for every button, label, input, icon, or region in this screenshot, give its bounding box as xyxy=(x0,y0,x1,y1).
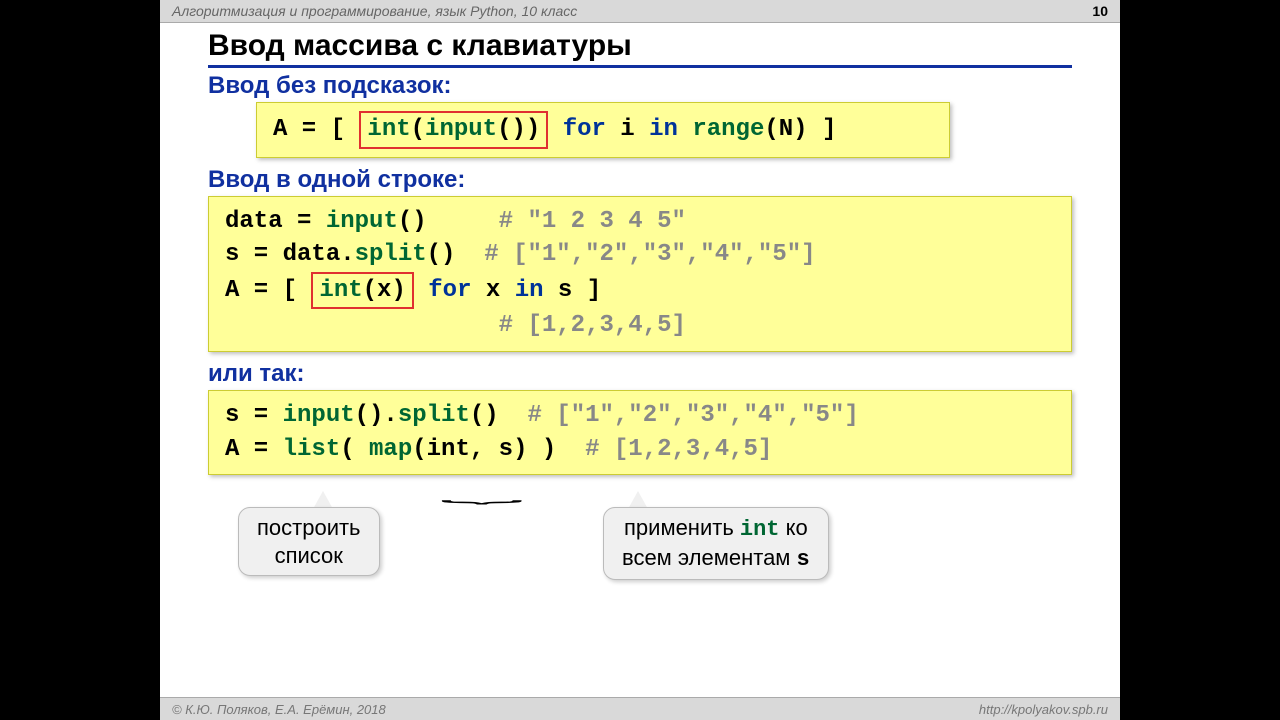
code-text: data = xyxy=(225,208,326,235)
code-text: s ] xyxy=(544,277,602,304)
code-line: s = data.split() # ["1","2","3","4","5"] xyxy=(225,238,1055,272)
code-comment: # ["1","2","3","4","5"] xyxy=(484,241,815,268)
code-fn: split xyxy=(355,241,427,268)
code-text: x xyxy=(471,277,514,304)
code-text xyxy=(548,116,562,143)
code-sp xyxy=(427,208,499,235)
codebox-2: data = input() # "1 2 3 4 5" s = data.sp… xyxy=(208,196,1072,352)
code-line: A = list( map(int, s) ) # [1,2,3,4,5] xyxy=(225,433,1055,467)
code-fn: map xyxy=(369,436,412,463)
brace-icon: ⏟ xyxy=(440,482,523,504)
code-text: (). xyxy=(355,402,398,429)
code-fn: list xyxy=(283,436,341,463)
code-text: s = xyxy=(225,402,283,429)
code-text: () xyxy=(470,402,499,429)
callout-left: построить список xyxy=(238,507,380,576)
highlight-box: int(x) xyxy=(311,272,413,310)
code-sp xyxy=(455,241,484,268)
code-line: s = input().split() # ["1","2","3","4","… xyxy=(225,399,1055,433)
code-comment: # [1,2,3,4,5] xyxy=(585,436,772,463)
callout-code: int xyxy=(740,517,780,542)
code-comment: # ["1","2","3","4","5"] xyxy=(527,402,858,429)
code-fn: range xyxy=(692,116,764,143)
code-fn: input xyxy=(326,208,398,235)
callout-code: s xyxy=(797,547,810,572)
code-text: ()) xyxy=(497,116,540,143)
callout-text: всем элементам xyxy=(622,545,797,570)
code-fn: input xyxy=(425,116,497,143)
code-text: s = data. xyxy=(225,241,355,268)
code-sp xyxy=(556,436,585,463)
code-kw: for xyxy=(563,116,606,143)
code-sp xyxy=(499,402,528,429)
callouts-area: ⏟ построить список применить int ко всем… xyxy=(208,483,1072,603)
codebox-1: A = [ int(input()) for i in range(N) ] xyxy=(256,102,950,158)
code-text xyxy=(414,277,428,304)
code-line: A = [ int(x) for x in s ] xyxy=(225,272,1055,310)
code-fn: input xyxy=(283,402,355,429)
footer-url: http://kpolyakov.spb.ru xyxy=(979,702,1108,717)
code-text: (N) ] xyxy=(764,116,836,143)
footer: © К.Ю. Поляков, Е.А. Ерёмин, 2018 http:/… xyxy=(160,697,1120,720)
page-number: 10 xyxy=(1092,3,1108,19)
callout-text: применить xyxy=(624,515,740,540)
slide: Алгоритмизация и программирование, язык … xyxy=(160,0,1120,720)
code-text xyxy=(678,116,692,143)
code-text: A = [ xyxy=(225,277,311,304)
code-text: ( xyxy=(340,436,369,463)
code-text: (int, s) ) xyxy=(412,436,556,463)
highlight-box: int(input()) xyxy=(359,111,548,149)
code-text: (x) xyxy=(363,277,406,304)
topbar: Алгоритмизация и программирование, язык … xyxy=(160,0,1120,23)
code-kw: in xyxy=(515,277,544,304)
code-text: A = [ xyxy=(273,116,359,143)
section2-heading: Ввод в одной строке: xyxy=(208,166,1120,194)
code-sp xyxy=(225,312,499,339)
callout-text: построить список xyxy=(257,515,361,568)
code-line: data = input() # "1 2 3 4 5" xyxy=(225,205,1055,239)
code-kw: for xyxy=(428,277,471,304)
section3-heading: или так: xyxy=(208,360,1120,388)
codebox-3: s = input().split() # ["1","2","3","4","… xyxy=(208,390,1072,475)
code-text: ( xyxy=(411,116,425,143)
code-text: () xyxy=(427,241,456,268)
callout-right: применить int ко всем элементам s xyxy=(603,507,829,580)
section1-heading: Ввод без подсказок: xyxy=(208,72,1120,100)
code-fn: int xyxy=(367,116,410,143)
code-text: () xyxy=(398,208,427,235)
callout-text: ко xyxy=(780,515,808,540)
code-comment: # "1 2 3 4 5" xyxy=(499,208,686,235)
footer-copyright: © К.Ю. Поляков, Е.А. Ерёмин, 2018 xyxy=(172,702,386,717)
code-comment: # [1,2,3,4,5] xyxy=(499,312,686,339)
slide-title: Ввод массива с клавиатуры xyxy=(208,29,1072,68)
code-text: i xyxy=(606,116,649,143)
code-kw: in xyxy=(649,116,678,143)
code-fn: split xyxy=(398,402,470,429)
course-title: Алгоритмизация и программирование, язык … xyxy=(172,3,577,19)
code-fn: int xyxy=(319,277,362,304)
code-line: # [1,2,3,4,5] xyxy=(225,309,1055,343)
code-text: A = xyxy=(225,436,283,463)
